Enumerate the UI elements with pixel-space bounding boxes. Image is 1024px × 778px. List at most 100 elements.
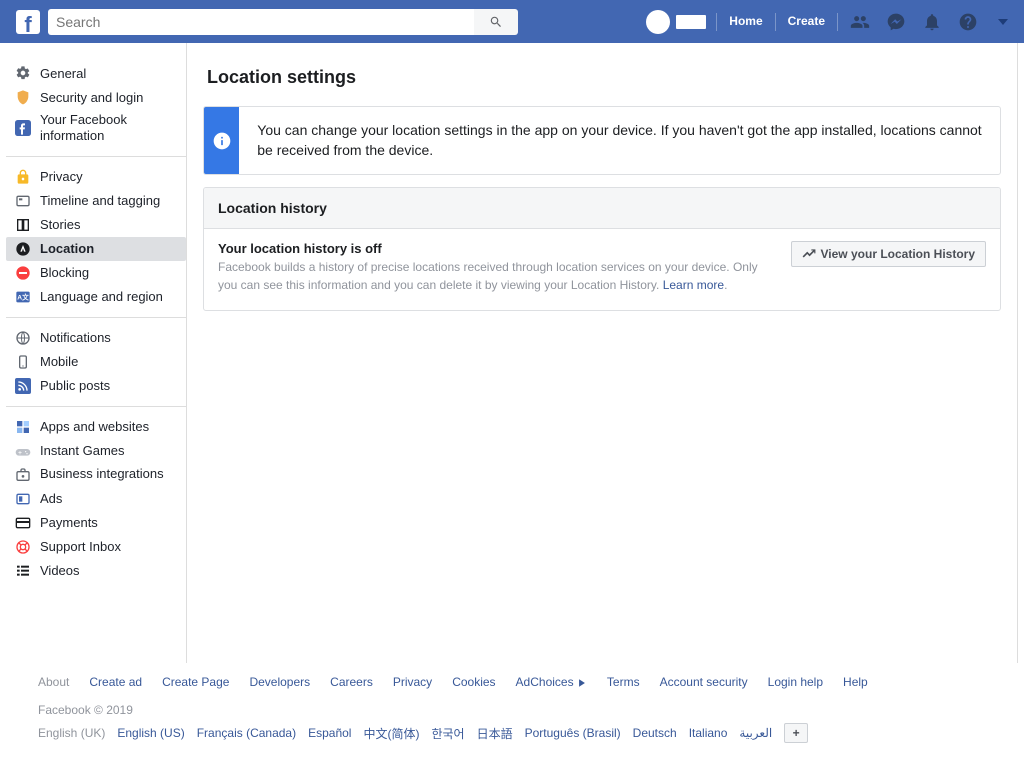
language-link[interactable]: Español xyxy=(308,726,351,740)
learn-more-link[interactable]: Learn more xyxy=(663,278,724,292)
sidebar-item-label: Business integrations xyxy=(40,466,164,482)
lock-icon xyxy=(14,168,32,186)
topbar: f Home Create xyxy=(0,0,1024,43)
sidebar-item-support-inbox[interactable]: Support Inbox xyxy=(6,535,186,559)
section-header: Location history xyxy=(204,188,1000,229)
account-dropdown-arrow[interactable] xyxy=(998,19,1008,25)
main-content: Location settings You can change your lo… xyxy=(186,43,1018,663)
language-link[interactable]: Italiano xyxy=(689,726,728,740)
mobile-icon xyxy=(14,353,32,371)
language-link[interactable]: 日本語 xyxy=(477,725,513,742)
sidebar-item-ads[interactable]: Ads xyxy=(6,487,186,511)
location-a-icon xyxy=(14,240,32,258)
search-wrap xyxy=(48,9,488,35)
separator xyxy=(837,13,838,31)
messenger-icon[interactable] xyxy=(886,12,906,32)
language-link[interactable]: Português (Brasil) xyxy=(525,726,621,740)
help-icon[interactable] xyxy=(958,12,978,32)
settings-sidebar: General Security and login Your Facebook i… xyxy=(6,43,186,663)
fb-square-icon xyxy=(14,119,32,137)
nav-create[interactable]: Create xyxy=(778,8,835,35)
info-text: You can change your location settings in… xyxy=(239,107,1000,174)
sidebar-item-business-integrations[interactable]: Business integrations xyxy=(6,463,186,487)
footer-link-account-security[interactable]: Account security xyxy=(660,675,748,689)
search-icon xyxy=(489,15,503,29)
facebook-logo[interactable]: f xyxy=(16,10,40,34)
history-description: Facebook builds a history of precise loc… xyxy=(218,258,773,294)
language-link[interactable]: 한국어 xyxy=(431,725,464,742)
sidebar-item-general[interactable]: General xyxy=(6,61,186,85)
notifications-icon[interactable] xyxy=(922,12,942,32)
view-button-label: View your Location History xyxy=(821,247,975,261)
sidebar-item-label: Language and region xyxy=(40,289,163,304)
sidebar-item-label: Location xyxy=(40,241,94,256)
nav-home[interactable]: Home xyxy=(719,8,772,35)
topbar-right: Home Create xyxy=(638,8,1008,35)
sidebar-item-label: Blocking xyxy=(40,265,89,280)
sidebar-item-public-posts[interactable]: Public posts xyxy=(6,374,186,398)
gear-icon xyxy=(14,64,32,82)
sidebar-item-language-and-region[interactable]: A文Language and region xyxy=(6,285,186,309)
footer-link-create-ad[interactable]: Create ad xyxy=(89,675,142,689)
footer-link-developers[interactable]: Developers xyxy=(249,675,310,689)
footer-link-adchoices[interactable]: AdChoices xyxy=(516,675,587,689)
profile-link[interactable] xyxy=(638,8,714,35)
view-location-history-button[interactable]: View your Location History xyxy=(791,241,986,267)
language-link[interactable]: Français (Canada) xyxy=(197,726,296,740)
sidebar-item-label: Support Inbox xyxy=(40,539,121,554)
apps-icon xyxy=(14,418,32,436)
briefcase-gear-icon xyxy=(14,466,32,484)
sidebar-item-apps-and-websites[interactable]: Apps and websites xyxy=(6,415,186,439)
page-title: Location settings xyxy=(207,67,1001,88)
footer-link-privacy[interactable]: Privacy xyxy=(393,675,432,689)
profile-name-placeholder xyxy=(676,15,706,29)
sidebar-item-label: Instant Games xyxy=(40,443,125,458)
nav-icons xyxy=(850,12,1008,32)
footer-link-cookies[interactable]: Cookies xyxy=(452,675,495,689)
sidebar-item-notifications[interactable]: Notifications xyxy=(6,326,186,350)
sidebar-item-label: Privacy xyxy=(40,169,83,184)
language-link[interactable]: English (US) xyxy=(117,726,184,740)
life-ring-icon xyxy=(14,538,32,556)
sidebar-item-videos[interactable]: Videos xyxy=(6,559,186,583)
sidebar-item-label: Payments xyxy=(40,515,98,530)
sidebar-item-location[interactable]: Location xyxy=(6,237,186,261)
sidebar-item-blocking[interactable]: Blocking xyxy=(6,261,186,285)
current-language: English (UK) xyxy=(38,726,105,740)
add-language-button[interactable]: + xyxy=(784,723,808,743)
sidebar-item-label: Security and login xyxy=(40,90,143,105)
footer-link-careers[interactable]: Careers xyxy=(330,675,373,689)
section-content: Your location history is off Facebook bu… xyxy=(218,241,773,294)
sidebar-item-label: Ads xyxy=(40,491,62,506)
footer-link-help[interactable]: Help xyxy=(843,675,868,689)
footer-links: About Create ad Create Page Developers Caree… xyxy=(38,675,986,689)
footer-link-login-help[interactable]: Login help xyxy=(768,675,823,689)
language-link[interactable]: Deutsch xyxy=(633,726,677,740)
sidebar-item-instant-games[interactable]: Instant Games xyxy=(6,439,186,463)
rss-icon xyxy=(14,377,32,395)
sidebar-item-privacy[interactable]: Privacy xyxy=(6,165,186,189)
sidebar-item-stories[interactable]: Stories xyxy=(6,213,186,237)
gamepad-icon xyxy=(14,442,32,460)
language-row: English (UK) English (US) Français (Canada… xyxy=(38,723,986,743)
language-link[interactable]: العربية xyxy=(739,726,772,740)
graph-icon xyxy=(802,247,816,261)
minus-circle-icon xyxy=(14,264,32,282)
footer-link-about[interactable]: About xyxy=(38,675,69,689)
search-button[interactable] xyxy=(474,9,518,35)
sidebar-item-payments[interactable]: Payments xyxy=(6,511,186,535)
sidebar-item-your-facebook-information[interactable]: Your Facebook information xyxy=(6,109,186,148)
footer-link-create-page[interactable]: Create Page xyxy=(162,675,229,689)
sidebar-item-security-and-login[interactable]: Security and login xyxy=(6,85,186,109)
sidebar-item-label: Stories xyxy=(40,217,80,232)
sidebar-item-timeline-and-tagging[interactable]: Timeline and tagging xyxy=(6,189,186,213)
search-input[interactable] xyxy=(48,9,488,35)
history-status-title: Your location history is off xyxy=(218,241,773,256)
friend-requests-icon[interactable] xyxy=(850,12,870,32)
separator xyxy=(775,13,776,31)
footer: About Create ad Create Page Developers Caree… xyxy=(22,675,1002,763)
sidebar-item-mobile[interactable]: Mobile xyxy=(6,350,186,374)
location-history-section: Location history Your location history i… xyxy=(203,187,1001,311)
footer-link-terms[interactable]: Terms xyxy=(607,675,640,689)
language-link[interactable]: 中文(简体) xyxy=(363,725,419,742)
